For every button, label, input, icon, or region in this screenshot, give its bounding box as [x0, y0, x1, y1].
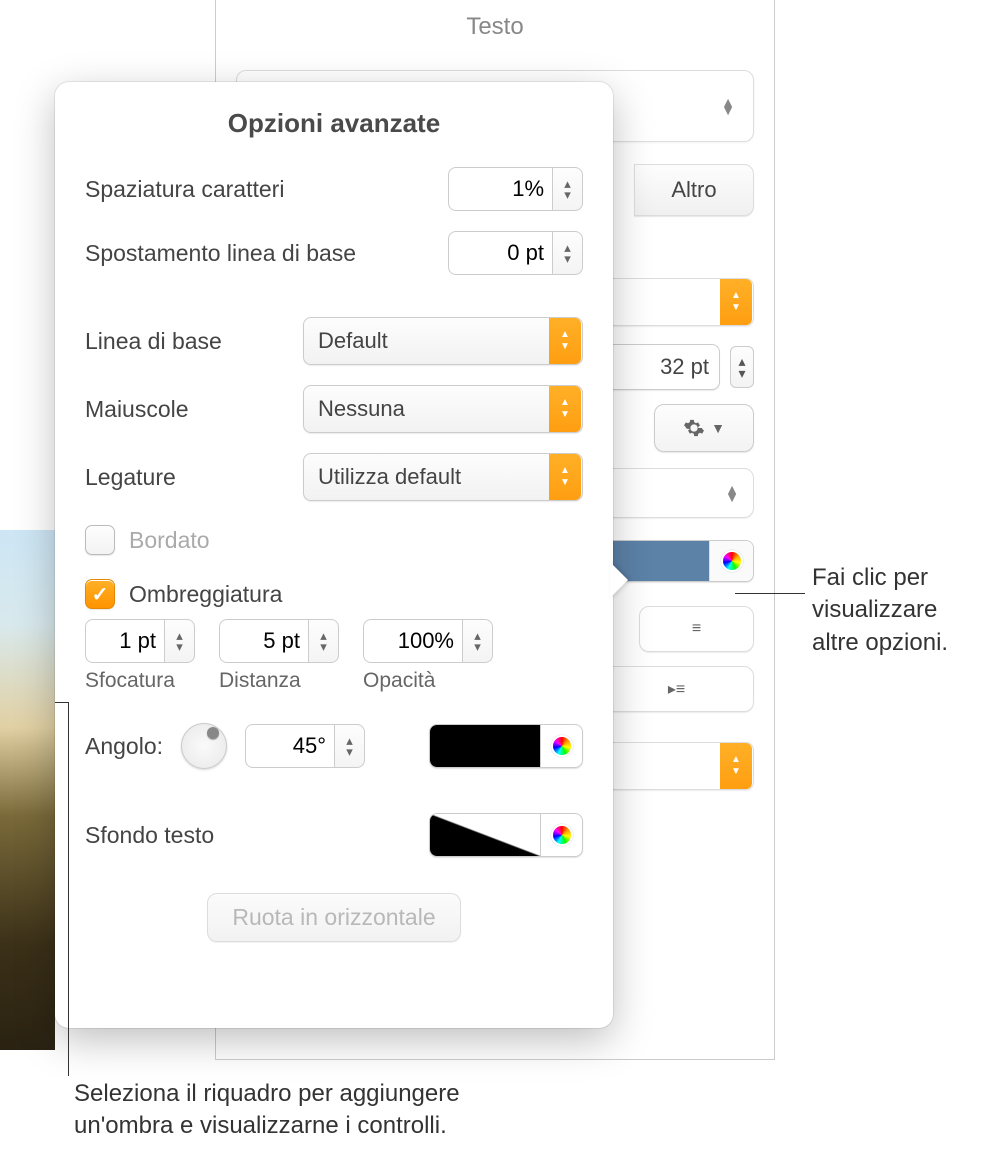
- outdent-icon[interactable]: ▸≡: [600, 667, 753, 711]
- color-picker-button[interactable]: [709, 541, 753, 581]
- ligatures-select-value: Utilizza default: [304, 464, 549, 490]
- baseline-shift-stepper[interactable]: [553, 231, 583, 275]
- shadow-angle-dial[interactable]: [181, 723, 227, 769]
- outline-checkbox[interactable]: [85, 525, 115, 555]
- indent-segmented[interactable]: ▸≡: [599, 666, 754, 712]
- text-background-color-picker[interactable]: [540, 814, 582, 856]
- outline-label: Bordato: [129, 527, 210, 554]
- alignment-segmented[interactable]: ≡: [639, 606, 754, 652]
- callout-leader-line: [735, 593, 805, 594]
- color-wheel-icon: [551, 824, 573, 846]
- shadow-angle-stepper[interactable]: [335, 724, 365, 768]
- inspector-tab-text[interactable]: Testo: [216, 0, 774, 54]
- shadow-blur-stepper[interactable]: [165, 619, 195, 663]
- chevron-updown-icon: [725, 485, 739, 501]
- shadow-color-picker[interactable]: [540, 725, 582, 767]
- tab-more[interactable]: Altro: [634, 164, 754, 216]
- shadow-angle-value[interactable]: 45°: [245, 724, 335, 768]
- char-spacing-stepper[interactable]: [553, 167, 583, 211]
- baseline-select[interactable]: Default: [303, 317, 583, 365]
- callout-text: altre opzioni.: [812, 627, 948, 659]
- shadow-offset-label: Distanza: [219, 669, 339, 693]
- text-background-label: Sfondo testo: [85, 822, 214, 849]
- baseline-shift-field[interactable]: 0 pt: [448, 231, 583, 275]
- shadow-offset-stepper[interactable]: [309, 619, 339, 663]
- canvas-photo-edge: [0, 530, 55, 1050]
- shadow-opacity-value[interactable]: 100%: [363, 619, 463, 663]
- baseline-shift-label: Spostamento linea di base: [85, 240, 356, 267]
- callout-text: un'ombra e visualizzarne i controlli.: [74, 1110, 460, 1142]
- stepper-orange-icon: [549, 386, 581, 432]
- shadow-blur-field[interactable]: 1 pt: [85, 619, 195, 663]
- popover-title: Opzioni avanzate: [85, 108, 583, 139]
- stepper-orange-icon: [720, 279, 752, 325]
- shadow-angle-field[interactable]: 45°: [245, 724, 365, 768]
- ligatures-select[interactable]: Utilizza default: [303, 453, 583, 501]
- char-spacing-label: Spaziatura caratteri: [85, 176, 284, 203]
- callout-leader-tick: [55, 702, 68, 703]
- char-spacing-value[interactable]: 1%: [448, 167, 553, 211]
- caps-label: Maiuscole: [85, 396, 189, 423]
- gear-icon: [683, 417, 705, 439]
- callout-text: Fai clic per: [812, 562, 948, 594]
- color-swatch-black: [430, 725, 540, 767]
- baseline-label: Linea di base: [85, 328, 222, 355]
- shadow-blur-value[interactable]: 1 pt: [85, 619, 165, 663]
- text-background-color-button[interactable]: [429, 813, 583, 857]
- flip-horizontal-button[interactable]: Ruota in orizzontale: [207, 893, 460, 942]
- stepper-orange-icon: [549, 454, 581, 500]
- stepper-orange-icon: [549, 318, 581, 364]
- shadow-checkbox[interactable]: [85, 579, 115, 609]
- shadow-color-button[interactable]: [429, 724, 583, 768]
- callout-leader-line: [68, 702, 69, 1076]
- shadow-offset-value[interactable]: 5 pt: [219, 619, 309, 663]
- shadow-offset-field[interactable]: 5 pt: [219, 619, 339, 663]
- shadow-angle-label: Angolo:: [85, 733, 163, 760]
- char-spacing-field[interactable]: 1%: [448, 167, 583, 211]
- baseline-shift-value[interactable]: 0 pt: [448, 231, 553, 275]
- shadow-opacity-field[interactable]: 100%: [363, 619, 493, 663]
- callout-text: Seleziona il riquadro per aggiungere: [74, 1078, 460, 1110]
- shadow-blur-label: Sfocatura: [85, 669, 195, 693]
- advanced-options-gear-button[interactable]: ▼: [654, 404, 754, 452]
- color-swatch-none: [430, 814, 540, 856]
- callout-right: Fai clic per visualizzare altre opzioni.: [812, 562, 948, 659]
- shadow-opacity-label: Opacità: [363, 669, 493, 693]
- color-wheel-icon: [551, 735, 573, 757]
- popover-arrow: [610, 562, 628, 598]
- callout-bottom: Seleziona il riquadro per aggiungere un'…: [74, 1078, 460, 1143]
- shadow-opacity-stepper[interactable]: [463, 619, 493, 663]
- stepper-orange-icon: [720, 743, 752, 789]
- caps-select-value: Nessuna: [304, 396, 549, 422]
- chevron-updown-icon: [721, 98, 735, 114]
- shadow-label: Ombreggiatura: [129, 581, 282, 608]
- align-justify-icon[interactable]: ≡: [640, 607, 753, 651]
- color-wheel-icon: [721, 550, 743, 572]
- caps-select[interactable]: Nessuna: [303, 385, 583, 433]
- advanced-options-popover: Opzioni avanzate Spaziatura caratteri 1%…: [55, 82, 613, 1028]
- chevron-down-icon: ▼: [711, 420, 725, 436]
- font-size-field[interactable]: 32 pt: [600, 344, 720, 390]
- font-size-stepper[interactable]: [730, 346, 754, 388]
- baseline-select-value: Default: [304, 328, 549, 354]
- ligatures-label: Legature: [85, 464, 176, 491]
- callout-text: visualizzare: [812, 594, 948, 626]
